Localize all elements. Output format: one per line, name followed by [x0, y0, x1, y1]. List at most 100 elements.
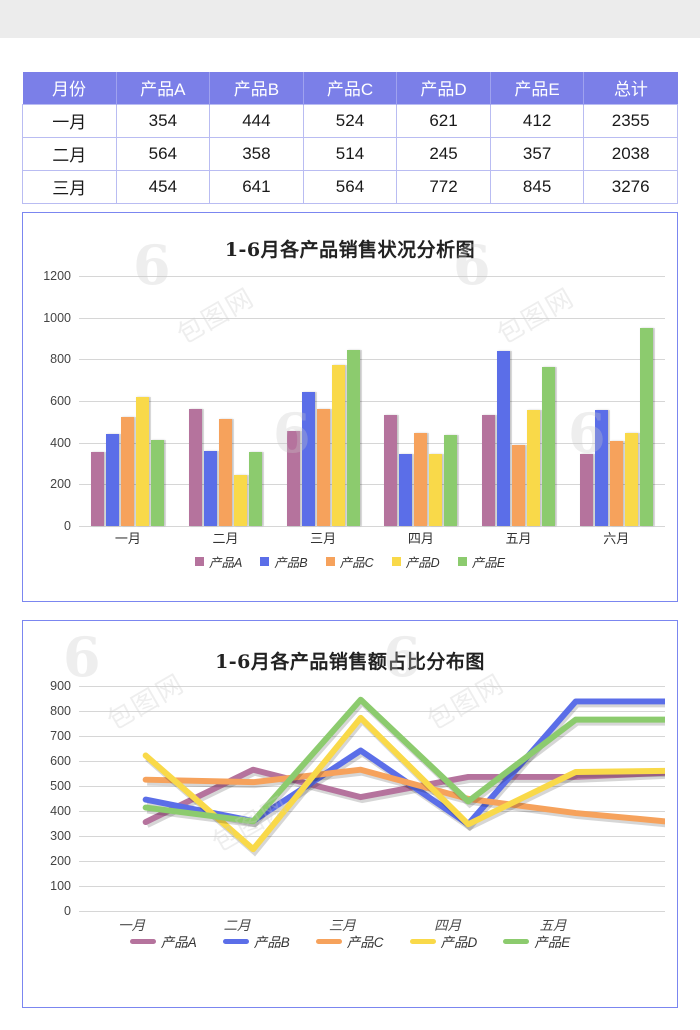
cell-product-a: 564: [115, 136, 211, 171]
bar[interactable]: [286, 431, 302, 526]
legend-label: 产品A: [208, 556, 243, 570]
x-tick-label: 三月: [310, 531, 337, 546]
cell-product-b: 358: [209, 136, 304, 171]
legend-label: 产品D: [440, 935, 478, 950]
cell-product-d: 772: [396, 169, 491, 204]
legend-item[interactable]: 产品E: [457, 552, 505, 571]
bar[interactable]: [189, 408, 204, 526]
bar-chart-bars: [79, 276, 665, 527]
legend-item[interactable]: 产品E: [503, 931, 570, 951]
legend-label: 产品A: [160, 935, 197, 950]
bar[interactable]: [497, 351, 513, 526]
bar-group: [177, 276, 275, 527]
bar[interactable]: [106, 433, 122, 526]
bar[interactable]: [346, 349, 362, 527]
bar[interactable]: [527, 410, 543, 526]
x-tick-label: 五月: [505, 531, 532, 546]
bar[interactable]: [482, 414, 498, 527]
legend-swatch-icon: [391, 557, 401, 566]
y-tick-label: 800: [50, 352, 71, 367]
cell-product-b: 641: [209, 169, 304, 204]
bar-group: [274, 276, 372, 527]
bar[interactable]: [542, 366, 558, 527]
bar[interactable]: [444, 434, 460, 527]
bar[interactable]: [414, 432, 430, 527]
x-tick-label: 二月: [212, 531, 239, 546]
y-tick-label: 900: [50, 679, 71, 693]
bar[interactable]: [579, 454, 595, 526]
table-header-row: 月份 产品A 产品B 产品C 产品D 产品E 总计: [22, 72, 678, 104]
table-header-month: 月份: [22, 72, 117, 104]
bar-chart-title: 1-6月各产品销售状况分析图: [224, 239, 476, 261]
bar[interactable]: [121, 416, 137, 527]
cell-total: 2038: [583, 136, 678, 171]
bar[interactable]: [399, 454, 415, 526]
legend-swatch-icon: [194, 557, 204, 566]
bar[interactable]: [609, 440, 625, 527]
bar[interactable]: [624, 433, 640, 526]
cell-product-c: 514: [302, 136, 398, 171]
bar[interactable]: [136, 396, 152, 527]
bar-chart-legend: 产品A 产品B 产品C 产品D 产品E: [23, 552, 677, 571]
cell-product-d: 245: [396, 136, 491, 171]
table-row: 二月 564 358 514 245 357 2038: [22, 136, 678, 171]
bar[interactable]: [151, 440, 167, 526]
bar-chart-plot: 0 200 400 600 800 1000 1200 6 包图网 6 包图网 6 6 一月…: [23, 238, 677, 546]
y-tick-label: 600: [50, 754, 71, 768]
bar[interactable]: [384, 414, 400, 527]
bar[interactable]: [316, 408, 332, 526]
bar[interactable]: [429, 454, 445, 526]
bar-chart-panel: 1-6月各产品销售状况分析图 0 200 400 600 800 1000 1200 6 包…: [22, 212, 678, 602]
legend-item[interactable]: 产品D: [409, 931, 478, 951]
cell-product-a: 354: [115, 103, 211, 138]
y-tick-label: 700: [50, 729, 71, 743]
table-row: 三月 454 641 564 772 845 3276: [22, 169, 678, 204]
y-tick-label: 300: [50, 829, 71, 843]
cell-month: 二月: [22, 136, 117, 171]
bar[interactable]: [91, 452, 107, 526]
legend-swatch-icon: [503, 938, 530, 944]
legend-swatch-icon: [409, 938, 436, 944]
bar[interactable]: [639, 328, 655, 526]
cell-product-b: 444: [209, 103, 304, 138]
cell-month: 一月: [22, 103, 117, 138]
legend-swatch-icon: [325, 557, 335, 566]
legend-item[interactable]: 产品A: [129, 931, 197, 951]
legend-swatch-icon: [457, 557, 467, 566]
bar[interactable]: [234, 474, 249, 527]
x-tick-label: 三月: [328, 918, 356, 933]
line-chart-plot: 0 100 200 300 400 500 600 700 800 900 6 包图网 6 包图网…: [23, 630, 677, 933]
y-tick-label: 200: [50, 854, 71, 868]
table-header-product-b: 产品B: [209, 72, 304, 104]
cell-product-e: 412: [489, 103, 585, 138]
legend-swatch-icon: [129, 938, 156, 944]
x-tick-label: 一月: [114, 531, 141, 546]
bar[interactable]: [594, 410, 610, 526]
bar[interactable]: [249, 451, 264, 527]
table-header-product-d: 产品D: [396, 72, 491, 104]
table-row: 一月 354 444 524 621 412 2355: [22, 103, 678, 138]
legend-label: 产品D: [405, 556, 440, 570]
bar-group: [567, 276, 665, 527]
bar[interactable]: [301, 392, 317, 526]
bar[interactable]: [331, 365, 347, 526]
legend-item[interactable]: 产品D: [391, 552, 440, 571]
bar[interactable]: [219, 418, 234, 527]
x-tick-label: 一月: [118, 918, 146, 933]
sales-table-container: 月份 产品A 产品B 产品C 产品D 产品E 总计 一月 354 444 524…: [22, 72, 678, 204]
legend-item[interactable]: 产品B: [260, 552, 308, 571]
line-chart-x-axis: 一月 二月 三月 四月 五月: [79, 914, 606, 934]
bar[interactable]: [512, 444, 528, 527]
gridline: [79, 526, 665, 527]
legend-item[interactable]: 产品A: [194, 552, 243, 571]
top-band: [0, 0, 700, 38]
legend-item[interactable]: 产品B: [222, 931, 290, 951]
legend-item[interactable]: 产品C: [315, 931, 384, 951]
bar[interactable]: [204, 451, 219, 526]
y-tick-label: 400: [50, 435, 71, 450]
x-tick-label: 四月: [407, 531, 434, 546]
line-chart-legend: 产品A 产品B 产品C 产品D 产品E: [23, 931, 677, 951]
line-chart-y-axis: 0 100 200 300 400 500 600 700 800 900: [23, 679, 77, 918]
page-root: 月份 产品A 产品B 产品C 产品D 产品E 总计 一月 354 444 524…: [0, 0, 700, 1030]
legend-item[interactable]: 产品C: [325, 552, 374, 571]
